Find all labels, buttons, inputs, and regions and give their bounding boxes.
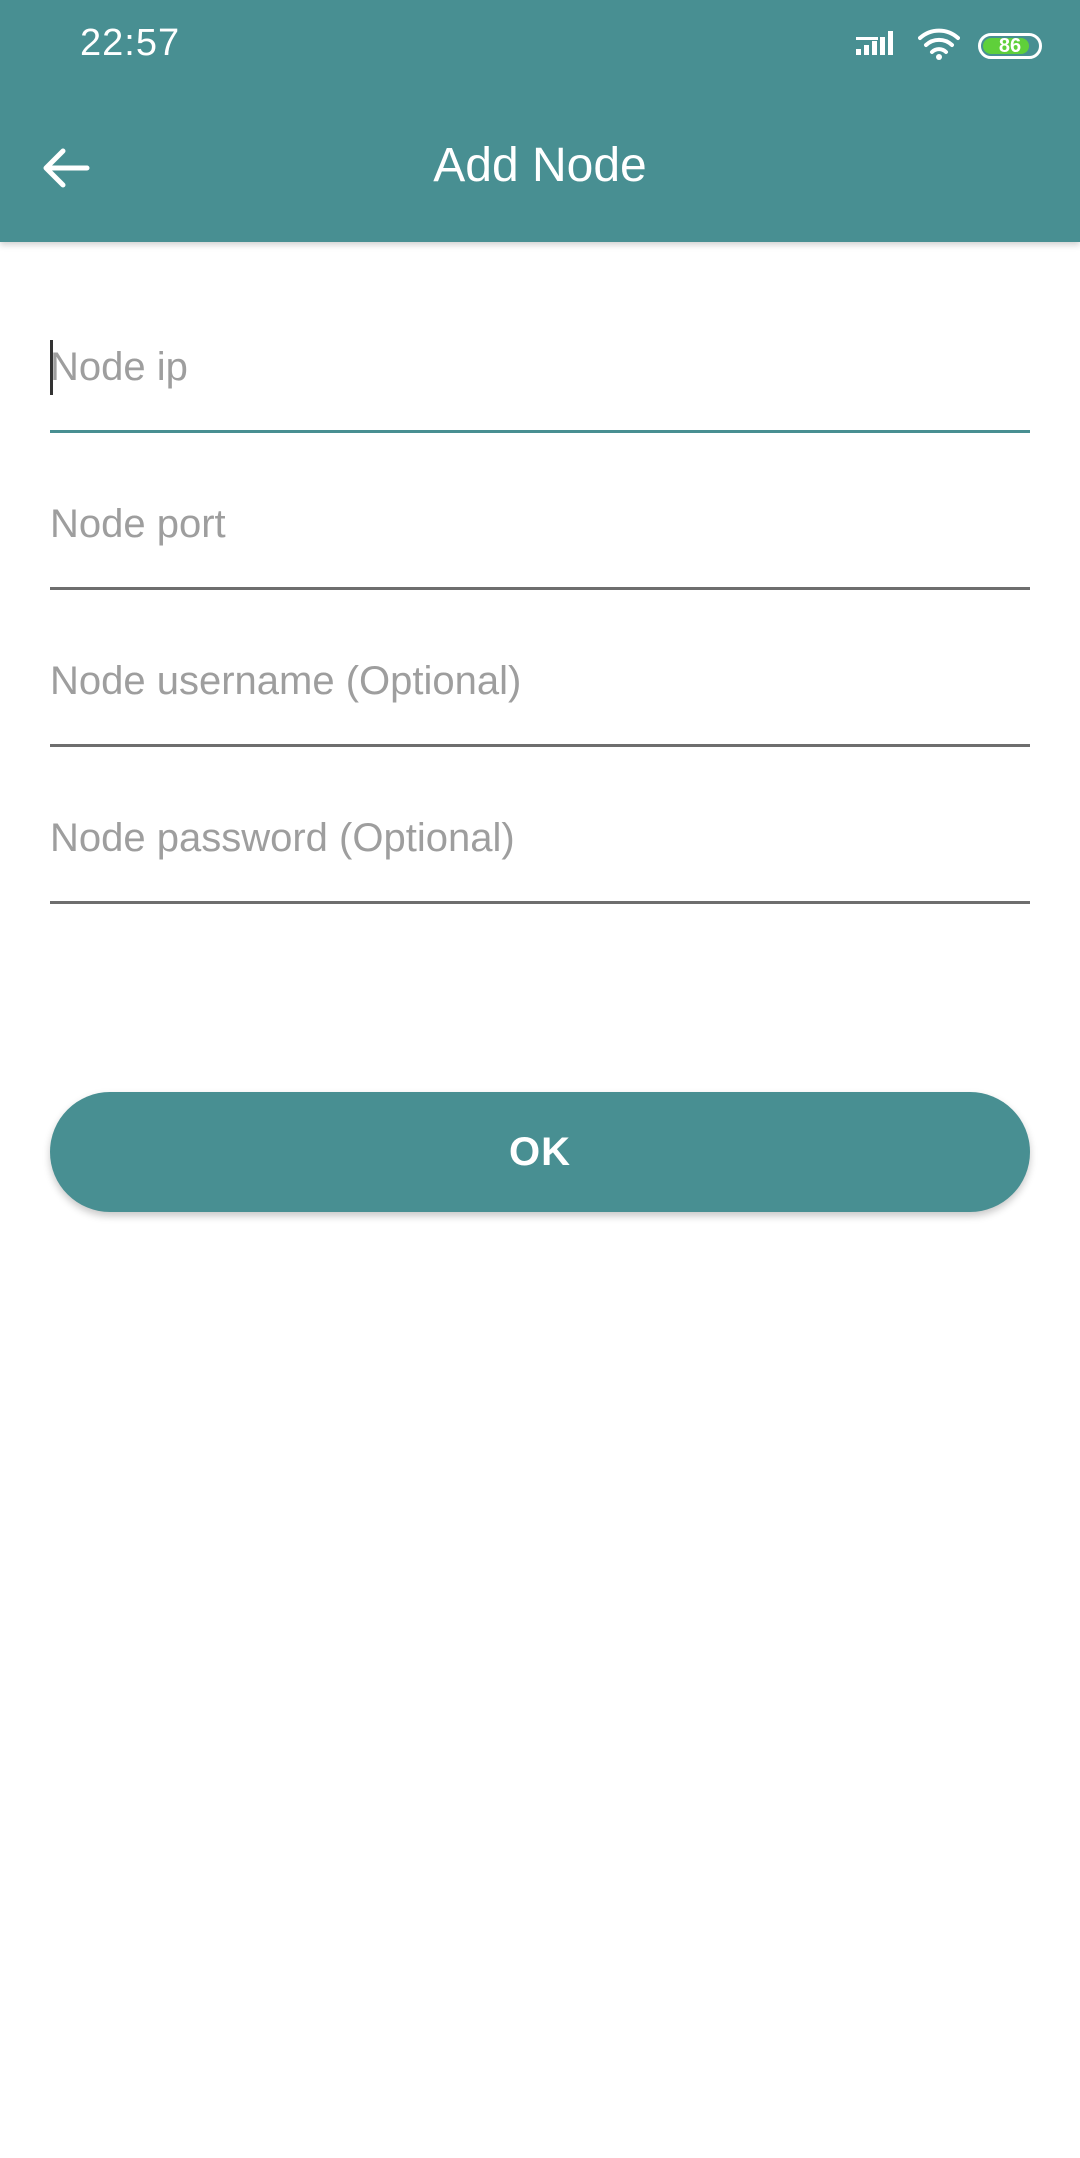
add-node-screen: 22:57 86 Add Node Node ip Node port Node… <box>0 0 1080 2158</box>
node-password-underline <box>50 901 1030 904</box>
node-username-input[interactable] <box>50 651 1030 711</box>
node-ip-input[interactable] <box>50 337 1030 397</box>
node-username-field <box>50 556 1030 747</box>
page-title: Add Node <box>433 139 647 192</box>
node-password-input[interactable] <box>50 808 1030 868</box>
signal-icon <box>856 29 900 64</box>
ok-button[interactable]: OK <box>50 1092 1030 1212</box>
text-cursor <box>50 340 53 395</box>
battery-level: 86 <box>998 35 1022 57</box>
status-icons: 86 <box>856 26 1042 66</box>
status-bar: 22:57 86 <box>0 0 1080 92</box>
node-ip-field <box>50 242 1030 433</box>
node-password-field <box>50 713 1030 904</box>
node-port-input[interactable] <box>50 494 1030 554</box>
app-header: 22:57 86 Add Node <box>0 0 1080 242</box>
toolbar: Add Node <box>0 92 1080 242</box>
wifi-icon <box>918 28 960 65</box>
add-node-form <box>50 242 1030 904</box>
status-time: 22:57 <box>80 22 181 64</box>
node-port-field <box>50 399 1030 590</box>
battery-icon: 86 <box>978 33 1042 59</box>
ok-button-label: OK <box>509 1129 571 1174</box>
